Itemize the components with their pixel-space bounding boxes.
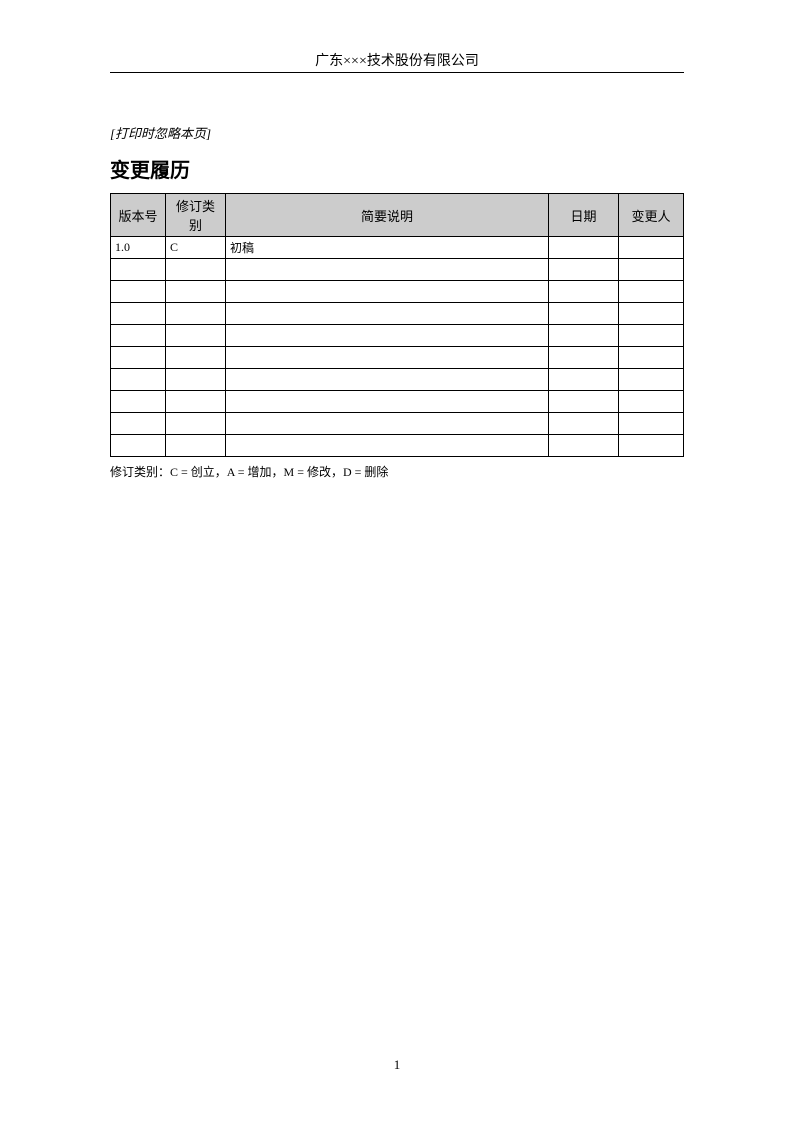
table-row: 1.0C初稿 <box>111 237 684 259</box>
th-version: 版本号 <box>111 194 166 237</box>
cell-author <box>619 281 684 303</box>
cell-type <box>166 325 226 347</box>
cell-desc <box>226 435 549 457</box>
cell-date <box>549 369 619 391</box>
cell-version <box>111 413 166 435</box>
cell-date <box>549 237 619 259</box>
cell-desc <box>226 369 549 391</box>
cell-author <box>619 325 684 347</box>
cell-author <box>619 259 684 281</box>
cell-type <box>166 391 226 413</box>
cell-desc <box>226 391 549 413</box>
cell-date <box>549 281 619 303</box>
cell-author <box>619 237 684 259</box>
cell-author <box>619 391 684 413</box>
cell-date <box>549 303 619 325</box>
cell-date <box>549 391 619 413</box>
cell-type <box>166 303 226 325</box>
th-type: 修订类别 <box>166 194 226 237</box>
cell-desc <box>226 347 549 369</box>
cell-date <box>549 347 619 369</box>
cell-version <box>111 369 166 391</box>
cell-date <box>549 325 619 347</box>
revision-history-table: 版本号 修订类别 简要说明 日期 变更人 1.0C初稿 <box>110 193 684 457</box>
cell-author <box>619 413 684 435</box>
table-row <box>111 347 684 369</box>
table-row <box>111 303 684 325</box>
table-row <box>111 369 684 391</box>
company-header: 广东×××技术股份有限公司 <box>110 50 684 73</box>
cell-date <box>549 259 619 281</box>
table-row <box>111 259 684 281</box>
cell-version <box>111 325 166 347</box>
cell-desc <box>226 281 549 303</box>
th-date: 日期 <box>549 194 619 237</box>
revision-type-legend: 修订类别：C = 创立，A = 增加，M = 修改，D = 删除 <box>110 463 684 480</box>
cell-author <box>619 369 684 391</box>
cell-version <box>111 435 166 457</box>
cell-version: 1.0 <box>111 237 166 259</box>
cell-desc: 初稿 <box>226 237 549 259</box>
cell-version <box>111 259 166 281</box>
table-row <box>111 391 684 413</box>
table-row <box>111 325 684 347</box>
th-author: 变更人 <box>619 194 684 237</box>
cell-version <box>111 303 166 325</box>
table-header-row: 版本号 修订类别 简要说明 日期 变更人 <box>111 194 684 237</box>
table-row <box>111 281 684 303</box>
cell-type <box>166 413 226 435</box>
cell-author <box>619 303 684 325</box>
cell-type <box>166 259 226 281</box>
cell-date <box>549 413 619 435</box>
cell-type <box>166 281 226 303</box>
cell-version <box>111 391 166 413</box>
cell-version <box>111 347 166 369</box>
cell-author <box>619 435 684 457</box>
cell-type <box>166 369 226 391</box>
page-number: 1 <box>0 1057 794 1073</box>
cell-version <box>111 281 166 303</box>
cell-desc <box>226 413 549 435</box>
cell-type: C <box>166 237 226 259</box>
cell-desc <box>226 303 549 325</box>
table-row <box>111 413 684 435</box>
skip-print-note: [打印时忽略本页] <box>110 123 684 142</box>
th-desc: 简要说明 <box>226 194 549 237</box>
cell-desc <box>226 325 549 347</box>
cell-type <box>166 435 226 457</box>
cell-date <box>549 435 619 457</box>
cell-author <box>619 347 684 369</box>
table-row <box>111 435 684 457</box>
cell-type <box>166 347 226 369</box>
section-title: 变更履历 <box>110 154 684 183</box>
cell-desc <box>226 259 549 281</box>
